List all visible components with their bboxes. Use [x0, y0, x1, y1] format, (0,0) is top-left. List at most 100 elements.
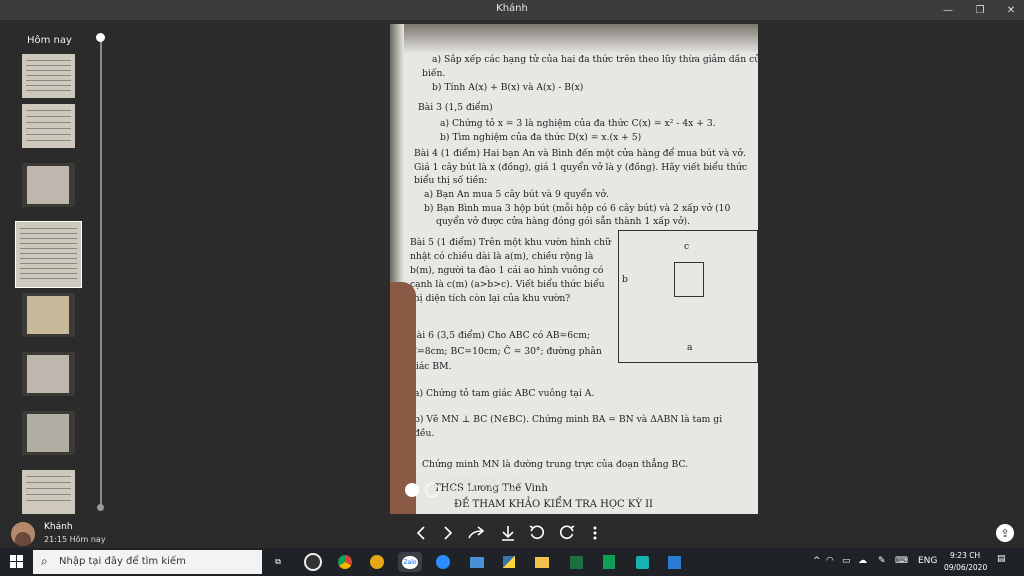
taskbar-app-zalo[interactable]: Zalo	[398, 552, 422, 572]
doc-line: Bài 3 (1,5 điểm)	[418, 102, 493, 113]
rotate-right-button[interactable]	[556, 522, 578, 544]
doc-line: b) Vẽ MN ⊥ BC (N∈BC). Chứng minh BA = BN…	[414, 414, 723, 425]
task-view-button[interactable]: ⧉	[268, 552, 288, 572]
word-icon	[667, 555, 681, 569]
taskbar-app-browser[interactable]	[367, 552, 387, 572]
doc-line: a) Chứng tỏ x = 3 là nghiệm của đa thức …	[440, 118, 716, 129]
download-button[interactable]	[497, 522, 519, 544]
doc-line: b(m), người ta đào 1 cái ao hình vuông c…	[410, 265, 604, 276]
thumbnail-selected[interactable]	[15, 221, 82, 288]
share-button[interactable]: ⇪	[996, 524, 1014, 542]
timeline-scrollbar[interactable]	[100, 37, 102, 507]
task-view-icon: ⧉	[275, 557, 281, 566]
doc-line: Bài 5 (1 điểm) Trên một khu vườn hình ch…	[410, 237, 611, 248]
timeline-handle[interactable]	[96, 33, 105, 42]
close-icon: ✕	[1006, 4, 1016, 16]
language-indicator[interactable]: ENG	[918, 556, 937, 566]
sheets-icon	[603, 555, 615, 569]
rotate-left-icon	[529, 525, 545, 540]
download-icon	[502, 526, 514, 541]
restore-button[interactable]: ❐	[963, 0, 997, 20]
taskbar-app-word[interactable]	[664, 552, 684, 572]
thumbnail[interactable]	[22, 470, 75, 514]
close-button[interactable]: ✕	[994, 0, 1024, 20]
doc-line: Giá 1 cây bút là x (đồng), giá 1 quyển v…	[414, 162, 748, 173]
doc-line: b) Tính A(x) + B(x) và A(x) - B(x)	[432, 82, 584, 93]
taskbar-app-excel[interactable]	[566, 552, 586, 572]
previous-button[interactable]	[410, 522, 432, 544]
watermark-line-1: REDMI NOTE 9 PRO	[447, 477, 523, 485]
taskbar-search-box[interactable]: ⌕ Nhập tại đây để tìm kiếm	[33, 550, 262, 574]
figure-label-c: c	[684, 241, 690, 252]
clock-time[interactable]: 9:23 CH	[950, 551, 980, 560]
forward-arrow-icon	[468, 526, 485, 539]
doc-line: nhật có chiều dài là a(m), chiều rộng là	[410, 251, 594, 262]
taskbar-app-explorer[interactable]	[532, 552, 552, 572]
battery-icon[interactable]: ▭	[842, 556, 851, 566]
cloud-icon[interactable]: ☁	[858, 556, 867, 566]
taskbar-app-chrome[interactable]	[335, 552, 355, 572]
doc-line: thị diện tích còn lại của khu vườn?	[410, 293, 571, 304]
pen-icon[interactable]: ✎	[878, 556, 886, 566]
thumbnail[interactable]	[22, 293, 75, 337]
taskbar-app-zoom[interactable]	[433, 552, 453, 572]
logo-dot-filled	[405, 483, 419, 497]
pond-square	[674, 262, 704, 297]
teal-app-icon	[635, 555, 649, 569]
taskbar-app-media[interactable]	[303, 552, 323, 572]
chevron-left-icon	[416, 526, 425, 540]
start-button[interactable]	[10, 555, 24, 569]
rotate-left-button[interactable]	[526, 522, 548, 544]
zoom-icon	[436, 555, 450, 569]
doc-line: Bài 4 (1 điểm) Hai bạn An và Bình đến mộ…	[414, 148, 746, 159]
taskbar-app-python[interactable]	[499, 552, 519, 572]
title-bar: Khánh — ❐ ✕	[0, 0, 1024, 20]
doc-line: a) Chứng tỏ tam giác ABC vuông tại A.	[414, 388, 595, 399]
doc-line: Bài 6 (3,5 điểm) Cho ABC có AB=6cm;	[410, 330, 591, 341]
taskbar-app-sheets[interactable]	[599, 552, 619, 572]
thumbnail[interactable]	[22, 411, 75, 455]
more-button[interactable]	[584, 522, 606, 544]
media-app-icon	[304, 553, 322, 571]
python-icon	[503, 556, 515, 568]
wifi-icon[interactable]: ◠	[826, 556, 834, 566]
window-title: Khánh	[496, 3, 528, 14]
thumbnail[interactable]	[22, 163, 75, 207]
tray-chevron-icon[interactable]: ^	[813, 556, 821, 566]
minimize-button[interactable]: —	[931, 0, 965, 20]
share-icon: ⇪	[1000, 526, 1010, 540]
doc-line: biểu thị số tiền:	[414, 175, 488, 186]
viewer-main: Hôm nay a) Sắp xếp các hạng tử của hai đ…	[0, 20, 1024, 516]
search-placeholder: Nhập tại đây để tìm kiếm	[59, 556, 186, 567]
notification-icon[interactable]: ▤	[997, 554, 1006, 564]
thumbnail[interactable]	[22, 54, 75, 98]
doc-line: a) Sắp xếp các hạng tử của hai đa thức t…	[432, 54, 758, 65]
sender-time: 21:15 Hôm nay	[44, 535, 106, 544]
timeline-end-marker	[97, 504, 104, 511]
restore-icon: ❐	[975, 4, 985, 16]
chrome-icon	[338, 555, 352, 569]
doc-line: C=8cm; BC=10cm; Ĉ = 30°; đường phân	[410, 346, 602, 357]
thumbnail[interactable]	[22, 352, 75, 396]
zalo-icon: Zalo	[402, 555, 418, 569]
keyboard-icon[interactable]: ⌨	[895, 556, 908, 566]
clock-date[interactable]: 09/06/2020	[944, 563, 987, 572]
doc-line: đều.	[414, 428, 435, 439]
next-button[interactable]	[437, 522, 459, 544]
figure-label-b: b	[622, 274, 628, 285]
chevron-right-icon	[444, 526, 453, 540]
photo-viewer[interactable]: a) Sắp xếp các hạng tử của hai đa thức t…	[390, 24, 758, 514]
section-label: Hôm nay	[27, 35, 72, 46]
more-vertical-icon	[593, 526, 597, 540]
finger-in-photo	[390, 282, 416, 514]
viewer-toolbar: Khánh 21:15 Hôm nay ⇪	[0, 516, 1024, 548]
browser-icon	[370, 555, 384, 569]
taskbar-app-screen[interactable]	[467, 552, 487, 572]
forward-button[interactable]	[466, 522, 488, 544]
thumbnail[interactable]	[22, 104, 75, 148]
thumbnail-sidebar: Hôm nay	[0, 20, 110, 516]
windows-taskbar: ⌕ Nhập tại đây để tìm kiếm ⧉ Zalo ^ ◠ ▭ …	[0, 548, 1024, 576]
doc-line: biến.	[422, 68, 446, 79]
taskbar-app-teal[interactable]	[632, 552, 652, 572]
rotate-right-icon	[559, 525, 575, 540]
